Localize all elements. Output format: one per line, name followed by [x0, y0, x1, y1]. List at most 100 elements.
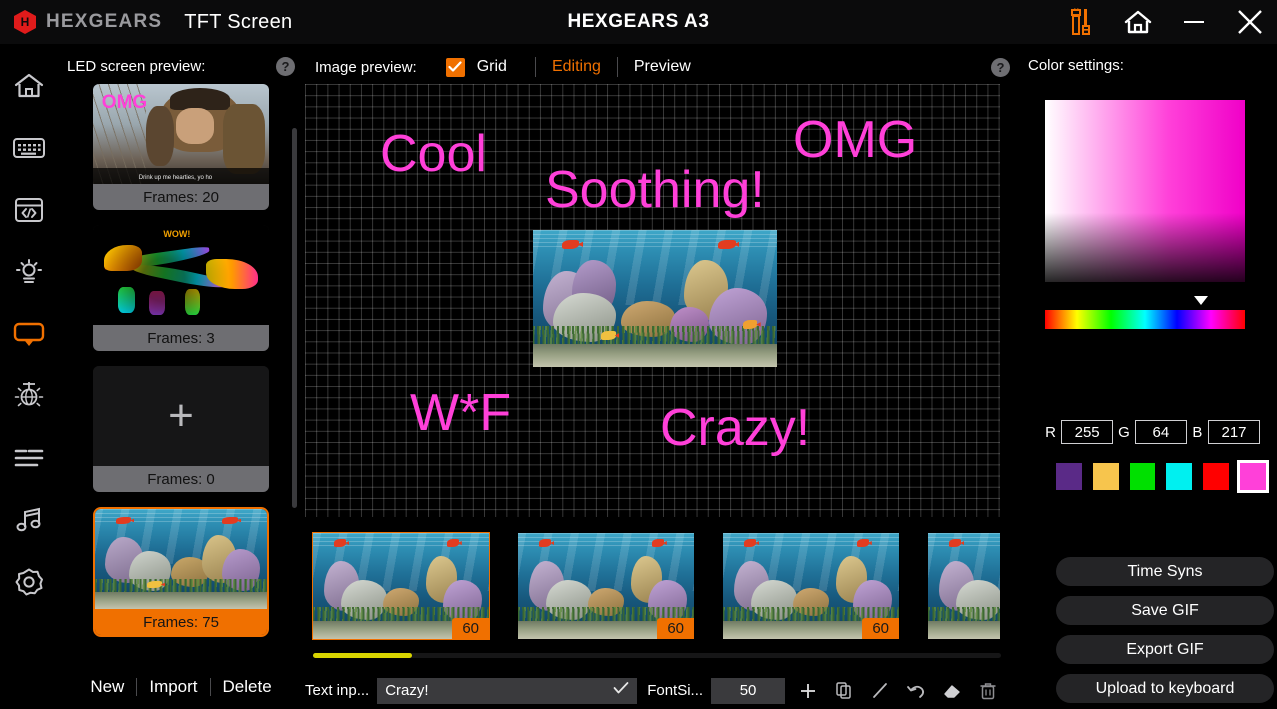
rgb-inputs: R 255 G 64 B 217 — [1045, 420, 1260, 444]
minimize-icon[interactable] — [1177, 5, 1211, 39]
frame-thumb[interactable]: 60 — [723, 533, 899, 639]
color-settings-panel: Color settings: R 255 G 64 B 217 Time Sy… — [1020, 44, 1277, 709]
led-caption: WOW! — [163, 229, 190, 239]
help-icon[interactable]: ? — [991, 58, 1010, 77]
saturation-value-picker[interactable] — [1045, 100, 1245, 282]
frame-thumb[interactable] — [928, 533, 1000, 639]
led-card-label: Frames: 0 — [93, 466, 269, 492]
trash-icon[interactable] — [975, 678, 1001, 704]
import-button[interactable]: Import — [137, 673, 209, 701]
image-preview-header: Image preview: Grid Editing Preview ? — [315, 57, 1010, 77]
close-icon[interactable] — [1233, 5, 1267, 39]
frame-duration: 60 — [452, 618, 489, 639]
led-thumbnail — [95, 509, 267, 609]
color-swatch[interactable] — [1093, 463, 1119, 490]
sidebar-item-lighting[interactable] — [9, 252, 49, 292]
led-caption: OMG — [102, 92, 147, 114]
led-card[interactable]: WOW! Frames: 3 — [93, 225, 269, 351]
led-card-selected[interactable]: Frames: 75 — [93, 507, 269, 637]
led-card[interactable]: Drink up me hearties, yo ho OMG Frames: … — [93, 84, 269, 210]
delete-button[interactable]: Delete — [211, 673, 284, 701]
undo-icon[interactable] — [903, 678, 929, 704]
hue-marker-icon[interactable] — [1194, 296, 1208, 305]
frame-strip[interactable]: 60 60 — [305, 528, 1005, 650]
window-controls — [1065, 0, 1267, 44]
upload-to-keyboard-button[interactable]: Upload to keyboard — [1056, 674, 1274, 703]
duplicate-icon[interactable] — [831, 678, 857, 704]
r-label: R — [1045, 424, 1056, 441]
new-button[interactable]: New — [78, 673, 136, 701]
sidebar-item-screen[interactable] — [9, 314, 49, 354]
canvas-text[interactable]: Crazy! — [660, 402, 810, 454]
eraser-icon[interactable] — [939, 678, 965, 704]
text-input-label: Text inp... — [305, 682, 369, 699]
led-card-list[interactable]: Drink up me hearties, yo ho OMG Frames: … — [65, 84, 297, 709]
pencil-icon[interactable] — [867, 678, 893, 704]
hue-slider[interactable] — [1045, 310, 1245, 329]
export-gif-button[interactable]: Export GIF — [1056, 635, 1274, 664]
sidebar-item-music[interactable] — [9, 500, 49, 540]
frame-duration: 60 — [862, 618, 899, 639]
help-icon[interactable]: ? — [276, 57, 295, 76]
grid-label[interactable]: Grid — [477, 58, 507, 76]
home-icon[interactable] — [1121, 5, 1155, 39]
sidebar-item-list[interactable] — [9, 438, 49, 478]
sidebar-item-disco[interactable] — [9, 376, 49, 416]
sidebar-rail — [0, 44, 57, 709]
canvas-image[interactable] — [533, 230, 777, 367]
app-window: H HEXGEARS TFT Screen HEXGEARS A3 — [0, 0, 1277, 709]
time-syns-button[interactable]: Time Syns — [1056, 557, 1274, 586]
fontsize-label: FontSi... — [647, 682, 703, 699]
usb-cable-icon[interactable] — [1065, 5, 1099, 39]
tab-preview[interactable]: Preview — [634, 58, 691, 76]
color-swatches — [1056, 463, 1266, 490]
image-preview-title: Image preview: — [315, 59, 417, 76]
led-preview-header: LED screen preview: ? — [67, 57, 295, 76]
text-input-value: Crazy! — [385, 682, 613, 699]
sidebar-item-home[interactable] — [9, 66, 49, 106]
color-swatch[interactable] — [1056, 463, 1082, 490]
led-list-scrollbar[interactable] — [292, 128, 297, 508]
plus-icon: + — [168, 394, 194, 438]
frame-scroll-track[interactable] — [313, 653, 1001, 658]
divider — [535, 57, 536, 77]
hue-slider-block — [1045, 302, 1245, 324]
text-input[interactable]: Crazy! — [377, 678, 637, 704]
grid-checkbox[interactable] — [446, 58, 465, 77]
led-card-label: Frames: 3 — [93, 325, 269, 351]
color-swatch[interactable] — [1166, 463, 1192, 490]
sidebar-item-macro[interactable] — [9, 190, 49, 230]
g-label: G — [1118, 424, 1130, 441]
led-thumbnail: WOW! — [93, 225, 269, 325]
led-card-add[interactable]: + Frames: 0 — [93, 366, 269, 492]
fontsize-input[interactable]: 50 — [711, 678, 785, 704]
color-swatch-selected[interactable] — [1240, 463, 1266, 490]
canvas-text[interactable]: Cool — [380, 128, 487, 180]
save-gif-button[interactable]: Save GIF — [1056, 596, 1274, 625]
title-bar: H HEXGEARS TFT Screen HEXGEARS A3 — [0, 0, 1277, 44]
canvas-text[interactable]: W*F — [410, 387, 511, 439]
tab-editing[interactable]: Editing — [552, 58, 601, 76]
edit-canvas[interactable]: Cool Soothing! OMG W*F Crazy! — [305, 84, 1000, 517]
sidebar-item-settings[interactable] — [9, 562, 49, 602]
check-icon[interactable] — [613, 681, 629, 700]
add-slot[interactable]: + — [93, 366, 269, 466]
frame-scroll-thumb[interactable] — [313, 653, 412, 658]
canvas-text[interactable]: Soothing! — [545, 164, 765, 216]
r-input[interactable]: 255 — [1061, 420, 1113, 444]
color-swatch[interactable] — [1203, 463, 1229, 490]
led-preview-panel: LED screen preview: ? Drink up me hearti… — [57, 44, 305, 709]
frame-thumb[interactable]: 60 — [518, 533, 694, 639]
g-input[interactable]: 64 — [1135, 420, 1187, 444]
right-actions: Time Syns Save GIF Export GIF Upload to … — [1056, 557, 1274, 703]
b-input[interactable]: 217 — [1208, 420, 1260, 444]
divider — [617, 57, 618, 77]
color-settings-title: Color settings: — [1028, 57, 1124, 74]
led-thumbnail: Drink up me hearties, yo ho OMG — [93, 84, 269, 184]
color-swatch[interactable] — [1130, 463, 1156, 490]
sidebar-item-keyboard[interactable] — [9, 128, 49, 168]
frame-thumb[interactable]: 60 — [313, 533, 489, 639]
add-icon[interactable] — [795, 678, 821, 704]
canvas-text[interactable]: OMG — [793, 114, 917, 166]
bottom-toolbar: Text inp... Crazy! FontSi... 50 — [305, 672, 1005, 709]
